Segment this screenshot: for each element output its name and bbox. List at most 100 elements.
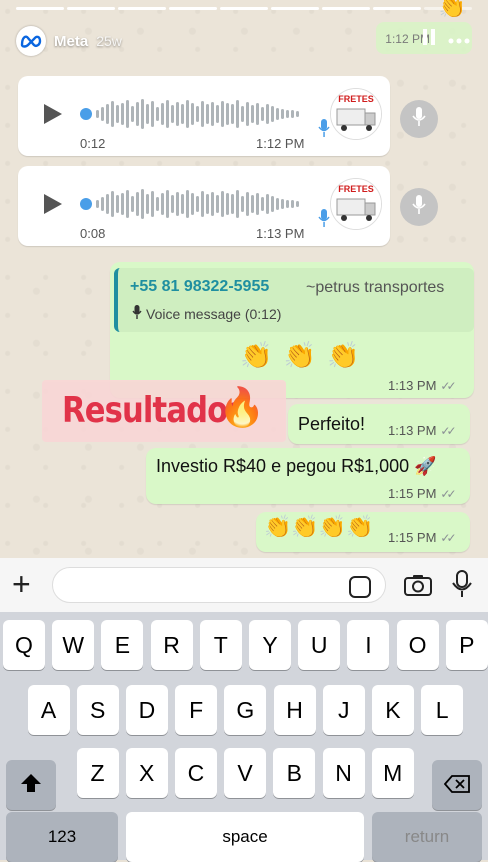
pause-icon[interactable] — [422, 28, 436, 51]
read-ticks-icon: ✓✓ — [440, 530, 456, 545]
key-f[interactable]: F — [175, 685, 218, 735]
message-input[interactable] — [52, 567, 386, 603]
more-options-icon[interactable] — [448, 31, 470, 49]
play-icon[interactable] — [44, 104, 62, 124]
key-g[interactable]: G — [224, 685, 267, 735]
key-d[interactable]: D — [125, 685, 168, 735]
clap-emojis: 👏👏👏👏 — [264, 514, 374, 539]
microphone-icon[interactable] — [452, 570, 472, 603]
ios-keyboard: 123 space return QWERTYUIOP ASDFGHJKL ZXCV… — [0, 612, 488, 862]
audio-message[interactable]: 0:08 1:13 PM FRETES — [18, 166, 390, 246]
key-e[interactable]: E — [101, 620, 144, 670]
story-progress — [16, 7, 472, 10]
key-a[interactable]: A — [27, 685, 70, 735]
key-w[interactable]: W — [52, 620, 95, 670]
read-ticks-icon: ✓✓ — [440, 486, 456, 501]
shift-icon — [20, 772, 42, 799]
story-progress-segment — [322, 7, 370, 10]
key-z[interactable]: Z — [76, 748, 119, 798]
avatar-logo-text: FRETES — [338, 94, 374, 104]
message-time: 1:12 PM — [256, 136, 305, 151]
message-time: 1:13 PM — [388, 423, 437, 438]
story-progress-segment — [271, 7, 319, 10]
message-time: 1:15 PM — [388, 530, 437, 545]
meta-logo-icon[interactable] — [16, 26, 46, 56]
story-age: 25w — [96, 33, 122, 49]
story-progress-segment — [373, 7, 421, 10]
key-s[interactable]: S — [76, 685, 119, 735]
story-header: Meta 25w — [16, 26, 122, 56]
space-key[interactable]: space — [126, 812, 364, 862]
story-text-overlay: Resultados 🔥 — [42, 380, 286, 442]
return-key[interactable]: return — [372, 812, 482, 862]
audio-duration: 0:08 — [80, 226, 106, 241]
forward-audio-button[interactable] — [400, 100, 438, 138]
play-icon[interactable] — [44, 194, 62, 214]
avatar: FRETES — [330, 88, 382, 140]
read-ticks-icon: ✓✓ — [440, 423, 456, 438]
key-t[interactable]: T — [199, 620, 242, 670]
audio-waveform — [96, 188, 316, 220]
microphone-icon — [132, 304, 142, 323]
message-time-row: 1:13 PM ✓✓ — [388, 378, 457, 393]
numbers-key[interactable]: 123 — [6, 812, 118, 862]
key-o[interactable]: O — [396, 620, 439, 670]
key-x[interactable]: X — [125, 748, 168, 798]
message-text: Perfeito! — [298, 414, 366, 434]
key-h[interactable]: H — [273, 685, 316, 735]
key-r[interactable]: R — [150, 620, 193, 670]
backspace-key[interactable] — [432, 760, 482, 810]
key-b[interactable]: B — [273, 748, 316, 798]
quoted-message[interactable]: +55 81 98322-5955 ~petrus transportes Vo… — [114, 268, 474, 332]
message-time: 1:13 PM — [388, 378, 437, 393]
story-account-name[interactable]: Meta — [54, 33, 88, 50]
avatar: FRETES — [330, 178, 382, 230]
key-c[interactable]: C — [174, 748, 217, 798]
audio-message[interactable]: 0:12 1:12 PM FRETES — [18, 76, 390, 156]
key-i[interactable]: I — [347, 620, 390, 670]
microphone-icon — [412, 106, 426, 133]
partial-emoji: 👏 — [438, 0, 466, 19]
story-controls — [422, 28, 470, 51]
forward-audio-button[interactable] — [400, 188, 438, 226]
key-v[interactable]: V — [224, 748, 267, 798]
sticker-icon[interactable] — [349, 576, 371, 598]
key-u[interactable]: U — [298, 620, 341, 670]
key-q[interactable]: Q — [3, 620, 45, 670]
microphone-icon — [412, 194, 426, 221]
story-progress-segment — [16, 7, 64, 10]
message-time-row: 1:15 PM ✓✓ — [388, 486, 457, 501]
voice-message-label: Voice message (0:12) — [146, 305, 282, 322]
fire-emoji: 🔥 — [218, 387, 266, 429]
story-progress-segment — [67, 7, 115, 10]
message-time-row: 1:13 PM ✓✓ — [388, 423, 457, 438]
backspace-icon — [443, 772, 470, 799]
quoted-phone-number: +55 81 98322-5955 — [130, 278, 270, 295]
story-progress-segment — [118, 7, 166, 10]
clap-emojis: 👏 👏 👏 — [240, 340, 362, 370]
audio-scrubber[interactable] — [80, 108, 92, 120]
message-input-bar: + — [0, 558, 488, 612]
story-progress-segment — [169, 7, 217, 10]
message-text: Investio R$40 e pegou R$1,000 🚀 — [156, 456, 437, 476]
microphone-icon — [318, 118, 330, 143]
audio-waveform — [96, 98, 316, 130]
key-p[interactable]: P — [445, 620, 488, 670]
audio-duration: 0:12 — [80, 136, 106, 151]
plus-icon[interactable]: + — [12, 568, 31, 600]
quoted-contact-name: ~petrus transportes — [306, 279, 445, 296]
key-y[interactable]: Y — [249, 620, 291, 670]
story-progress-segment — [220, 7, 268, 10]
message-time: 1:15 PM — [388, 486, 437, 501]
message-time-row: 1:15 PM ✓✓ — [388, 530, 457, 545]
key-m[interactable]: M — [371, 748, 414, 798]
key-n[interactable]: N — [322, 748, 365, 798]
key-j[interactable]: J — [322, 685, 365, 735]
camera-icon[interactable] — [404, 574, 432, 601]
audio-scrubber[interactable] — [80, 198, 92, 210]
microphone-icon — [318, 208, 330, 233]
key-l[interactable]: L — [421, 685, 464, 735]
avatar-logo-text: FRETES — [338, 184, 374, 194]
shift-key[interactable] — [6, 760, 56, 810]
key-k[interactable]: K — [371, 685, 414, 735]
